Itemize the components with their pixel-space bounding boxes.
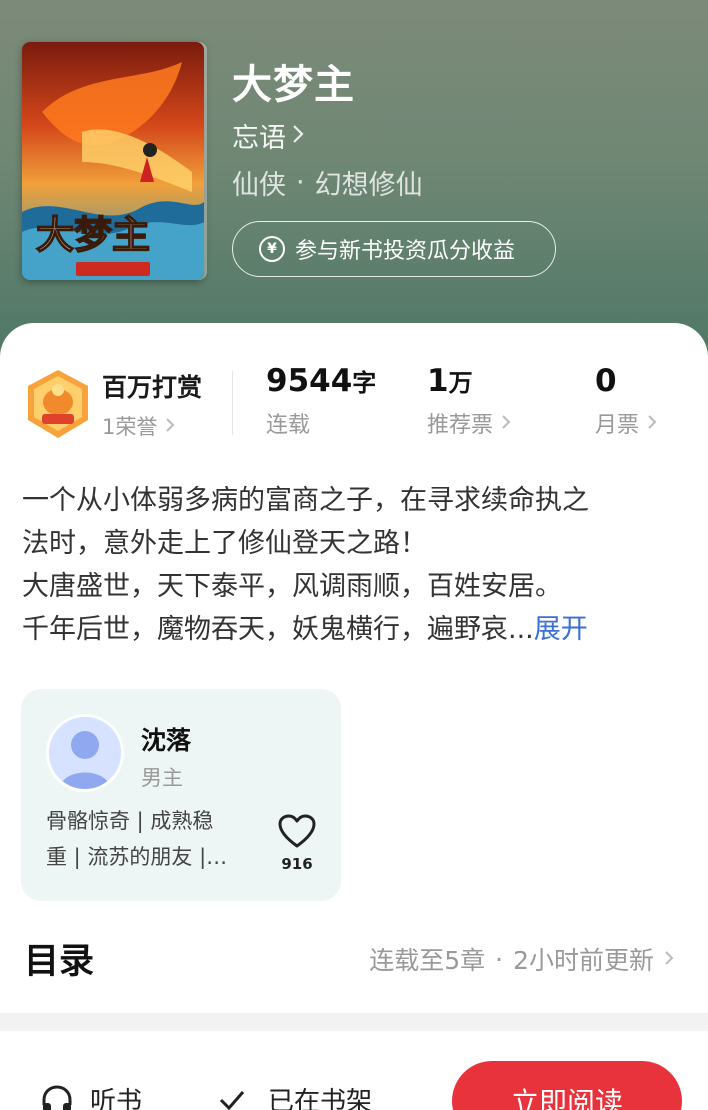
chevron-right-icon (501, 411, 511, 436)
character-avatar (46, 714, 124, 792)
honor-badge-icon[interactable] (24, 368, 92, 440)
read-now-label: 立即阅读 (510, 1086, 623, 1110)
toc-updated: 2小时前更新 (513, 946, 654, 975)
book-title: 大梦主 (232, 62, 355, 108)
monthly-votes-label: 月票 (595, 413, 640, 438)
chevron-right-icon (664, 947, 674, 972)
book-cover-art: 大梦主 (22, 42, 204, 280)
recommend-votes-unit: 万 (448, 369, 473, 397)
stats-divider (232, 371, 233, 435)
heart-outline-icon[interactable] (277, 813, 317, 849)
invest-button[interactable]: ¥ 参与新书投资瓜分收益 (232, 221, 556, 277)
genre-separator: · (296, 167, 305, 198)
honor-title[interactable]: 百万打赏 (102, 368, 202, 404)
cover-title-text: 大梦主 (36, 213, 150, 257)
headphones-icon (42, 1084, 72, 1110)
recommend-votes-label: 推荐票 (427, 413, 494, 438)
read-now-button[interactable]: 立即阅读 (452, 1061, 682, 1110)
toc-chapter-status: 连载至5章 (369, 946, 486, 975)
on-shelf-label: 已在书架 (268, 1087, 373, 1110)
like-count: 916 (281, 855, 313, 873)
bottom-action-bar: 听书 已在书架 立即阅读 (0, 1031, 708, 1110)
check-icon (219, 1090, 245, 1110)
section-divider (0, 1013, 708, 1031)
expand-link[interactable]: 展开 (534, 614, 588, 645)
honor-count[interactable]: 1荣誉 (102, 411, 175, 441)
synopsis-line: 一个从小体弱多病的富商之子，在寻求续命执之 (22, 485, 589, 516)
honor-count-label: 1荣誉 (102, 415, 158, 439)
toc-status[interactable]: 连载至5章 · 2小时前更新 (369, 941, 674, 977)
word-count-label: 连载 (266, 413, 311, 438)
synopsis-line: 千年后世，魔物吞天，妖鬼横行，遍野哀... (22, 614, 534, 645)
author-name: 忘语 (232, 123, 286, 154)
character-card[interactable]: 沈落 男主 骨骼惊奇 | 成熟稳 重 | 流苏的朋友 |… 916 (21, 689, 341, 901)
genre-label: 仙侠 (232, 170, 286, 201)
character-tags-line: 重 | 流苏的朋友 |… (46, 845, 228, 869)
listen-label: 听书 (90, 1087, 143, 1110)
monthly-votes-stat[interactable]: 0 月票 (595, 363, 657, 439)
synopsis-line: 法时，意外走上了修仙登天之路！ (22, 528, 427, 559)
author-link[interactable]: 忘语 (232, 116, 304, 155)
listen-button[interactable]: 听书 (40, 1081, 142, 1110)
word-count-stat: 9544字 连载 (266, 363, 376, 439)
synopsis[interactable]: 一个从小体弱多病的富商之子，在寻求续命执之 法时，意外走上了修仙登天之路！ 大唐… (22, 479, 686, 651)
chevron-right-icon (292, 120, 304, 151)
genre-row: 仙侠 · 幻想修仙 (232, 163, 423, 202)
invest-button-label: 参与新书投资瓜分收益 (295, 239, 516, 264)
chevron-right-icon (165, 414, 175, 439)
monthly-votes-value: 0 (595, 363, 617, 399)
character-tags: 骨骼惊奇 | 成熟稳 重 | 流苏的朋友 |… (46, 803, 251, 875)
chevron-right-icon (647, 411, 657, 436)
book-cover[interactable]: 大梦主 (22, 42, 204, 280)
yen-coin-icon: ¥ (259, 236, 285, 262)
toc-separator: · (495, 944, 504, 974)
word-count-unit: 字 (352, 369, 377, 397)
recommend-votes-stat[interactable]: 1万 推荐票 (427, 363, 511, 439)
character-name: 沈落 (141, 726, 192, 755)
toc-title[interactable]: 目录 (24, 933, 94, 984)
word-count-value: 9544 (266, 363, 353, 399)
on-shelf-button[interactable]: 已在书架 (218, 1081, 372, 1110)
book-detail-card: 百万打赏 1荣誉 9544字 连载 1万 推荐票 0 月票 一个从小体弱多病的富… (0, 323, 708, 1023)
character-tags-line: 骨骼惊奇 | 成熟稳 (46, 809, 214, 833)
synopsis-line: 大唐盛世，天下泰平，风调雨顺，百姓安居。 (22, 571, 562, 602)
stats-row: 百万打赏 1荣誉 9544字 连载 1万 推荐票 0 月票 (0, 363, 708, 453)
subgenre-label: 幻想修仙 (314, 170, 423, 201)
recommend-votes-value: 1 (427, 363, 449, 399)
character-role: 男主 (141, 766, 183, 790)
